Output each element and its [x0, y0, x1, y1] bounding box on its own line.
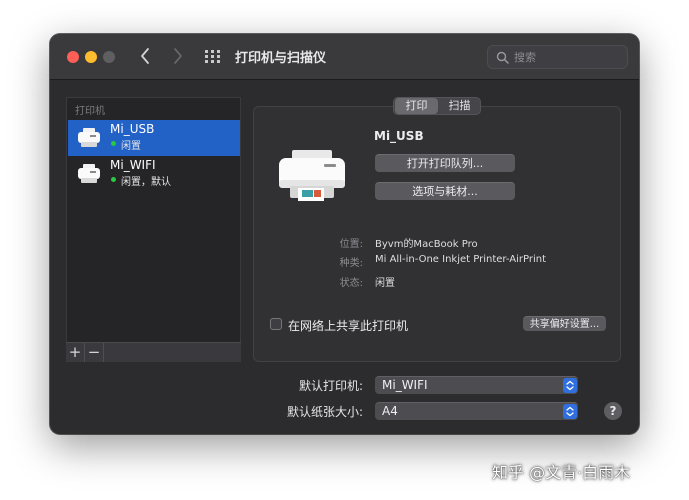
- minimize-window-button[interactable]: [85, 51, 97, 63]
- printer-status: 闲置: [121, 141, 141, 152]
- share-printer-label[interactable]: 在网络上共享此打印机: [288, 317, 408, 334]
- show-all-grid-icon[interactable]: [205, 50, 221, 64]
- sharing-preferences-button[interactable]: 共享偏好设置...: [523, 316, 606, 331]
- help-button[interactable]: ?: [604, 402, 622, 420]
- printers-scanners-window: 打印机与扫描仪 打印机 Mi_USB 闲置: [50, 34, 639, 434]
- print-scan-segmented-control: 打印 扫描: [393, 97, 481, 115]
- printer-name: Mi_USB: [110, 122, 155, 136]
- printer-list-item-mi-usb[interactable]: Mi_USB 闲置: [68, 120, 240, 156]
- default-printer-select[interactable]: Mi_WIFI: [375, 376, 578, 394]
- tab-scan[interactable]: 扫描: [438, 98, 481, 114]
- default-printer-label: 默认打印机:: [298, 379, 363, 393]
- printer-icon: [78, 128, 100, 147]
- kind-label: 种类:: [339, 258, 363, 269]
- status-idle-dot-icon: [111, 141, 116, 146]
- search-input[interactable]: [514, 49, 619, 65]
- share-printer-checkbox[interactable]: [270, 318, 282, 330]
- default-paper-size-select[interactable]: A4: [375, 402, 578, 420]
- default-printer-value: Mi_WIFI: [382, 378, 428, 392]
- title-bar: 打印机与扫描仪: [50, 34, 639, 80]
- location-label: 位置:: [339, 239, 363, 250]
- chevron-up-down-icon: [563, 378, 577, 393]
- add-printer-button[interactable]: +: [66, 343, 85, 362]
- printer-name: Mi_WIFI: [110, 158, 156, 172]
- selected-printer-title: Mi_USB: [374, 129, 424, 143]
- open-print-queue-button[interactable]: 打开打印队列...: [375, 154, 515, 172]
- printer-list-item-mi-wifi[interactable]: Mi_WIFI 闲置，默认: [68, 156, 240, 192]
- search-field[interactable]: [487, 45, 628, 69]
- search-icon: [496, 51, 509, 64]
- printer-status: 闲置，默认: [121, 177, 171, 188]
- watermark-text: 知乎 @文青·白雨木: [492, 463, 631, 482]
- status-idle-dot-icon: [111, 177, 116, 182]
- window-title: 打印机与扫描仪: [235, 51, 327, 66]
- kind-value: Mi All-in-One Inkjet Printer-AirPrint: [375, 254, 546, 265]
- printer-list-toolbar: + −: [66, 342, 241, 362]
- printer-list: 打印机 Mi_USB 闲置 Mi_WIFI 闲置，默认: [66, 97, 241, 362]
- status-value: 闲置: [375, 278, 395, 289]
- options-supplies-button[interactable]: 选项与耗材...: [375, 182, 515, 200]
- back-arrow-icon[interactable]: [137, 45, 153, 67]
- close-window-button[interactable]: [67, 51, 79, 63]
- zoom-window-button[interactable]: [103, 51, 115, 63]
- printer-large-icon: [279, 150, 345, 201]
- default-paper-size-label: 默认纸张大小:: [286, 405, 363, 419]
- tab-print[interactable]: 打印: [395, 98, 438, 114]
- location-value: Byvm的MacBook Pro: [375, 239, 478, 250]
- forward-arrow-icon[interactable]: [170, 45, 186, 67]
- remove-printer-button[interactable]: −: [85, 343, 104, 362]
- chevron-up-down-icon: [563, 404, 577, 419]
- printer-icon: [78, 164, 100, 183]
- default-paper-size-value: A4: [382, 404, 398, 418]
- status-label: 状态:: [339, 278, 363, 289]
- printer-list-header: 打印机: [75, 106, 105, 117]
